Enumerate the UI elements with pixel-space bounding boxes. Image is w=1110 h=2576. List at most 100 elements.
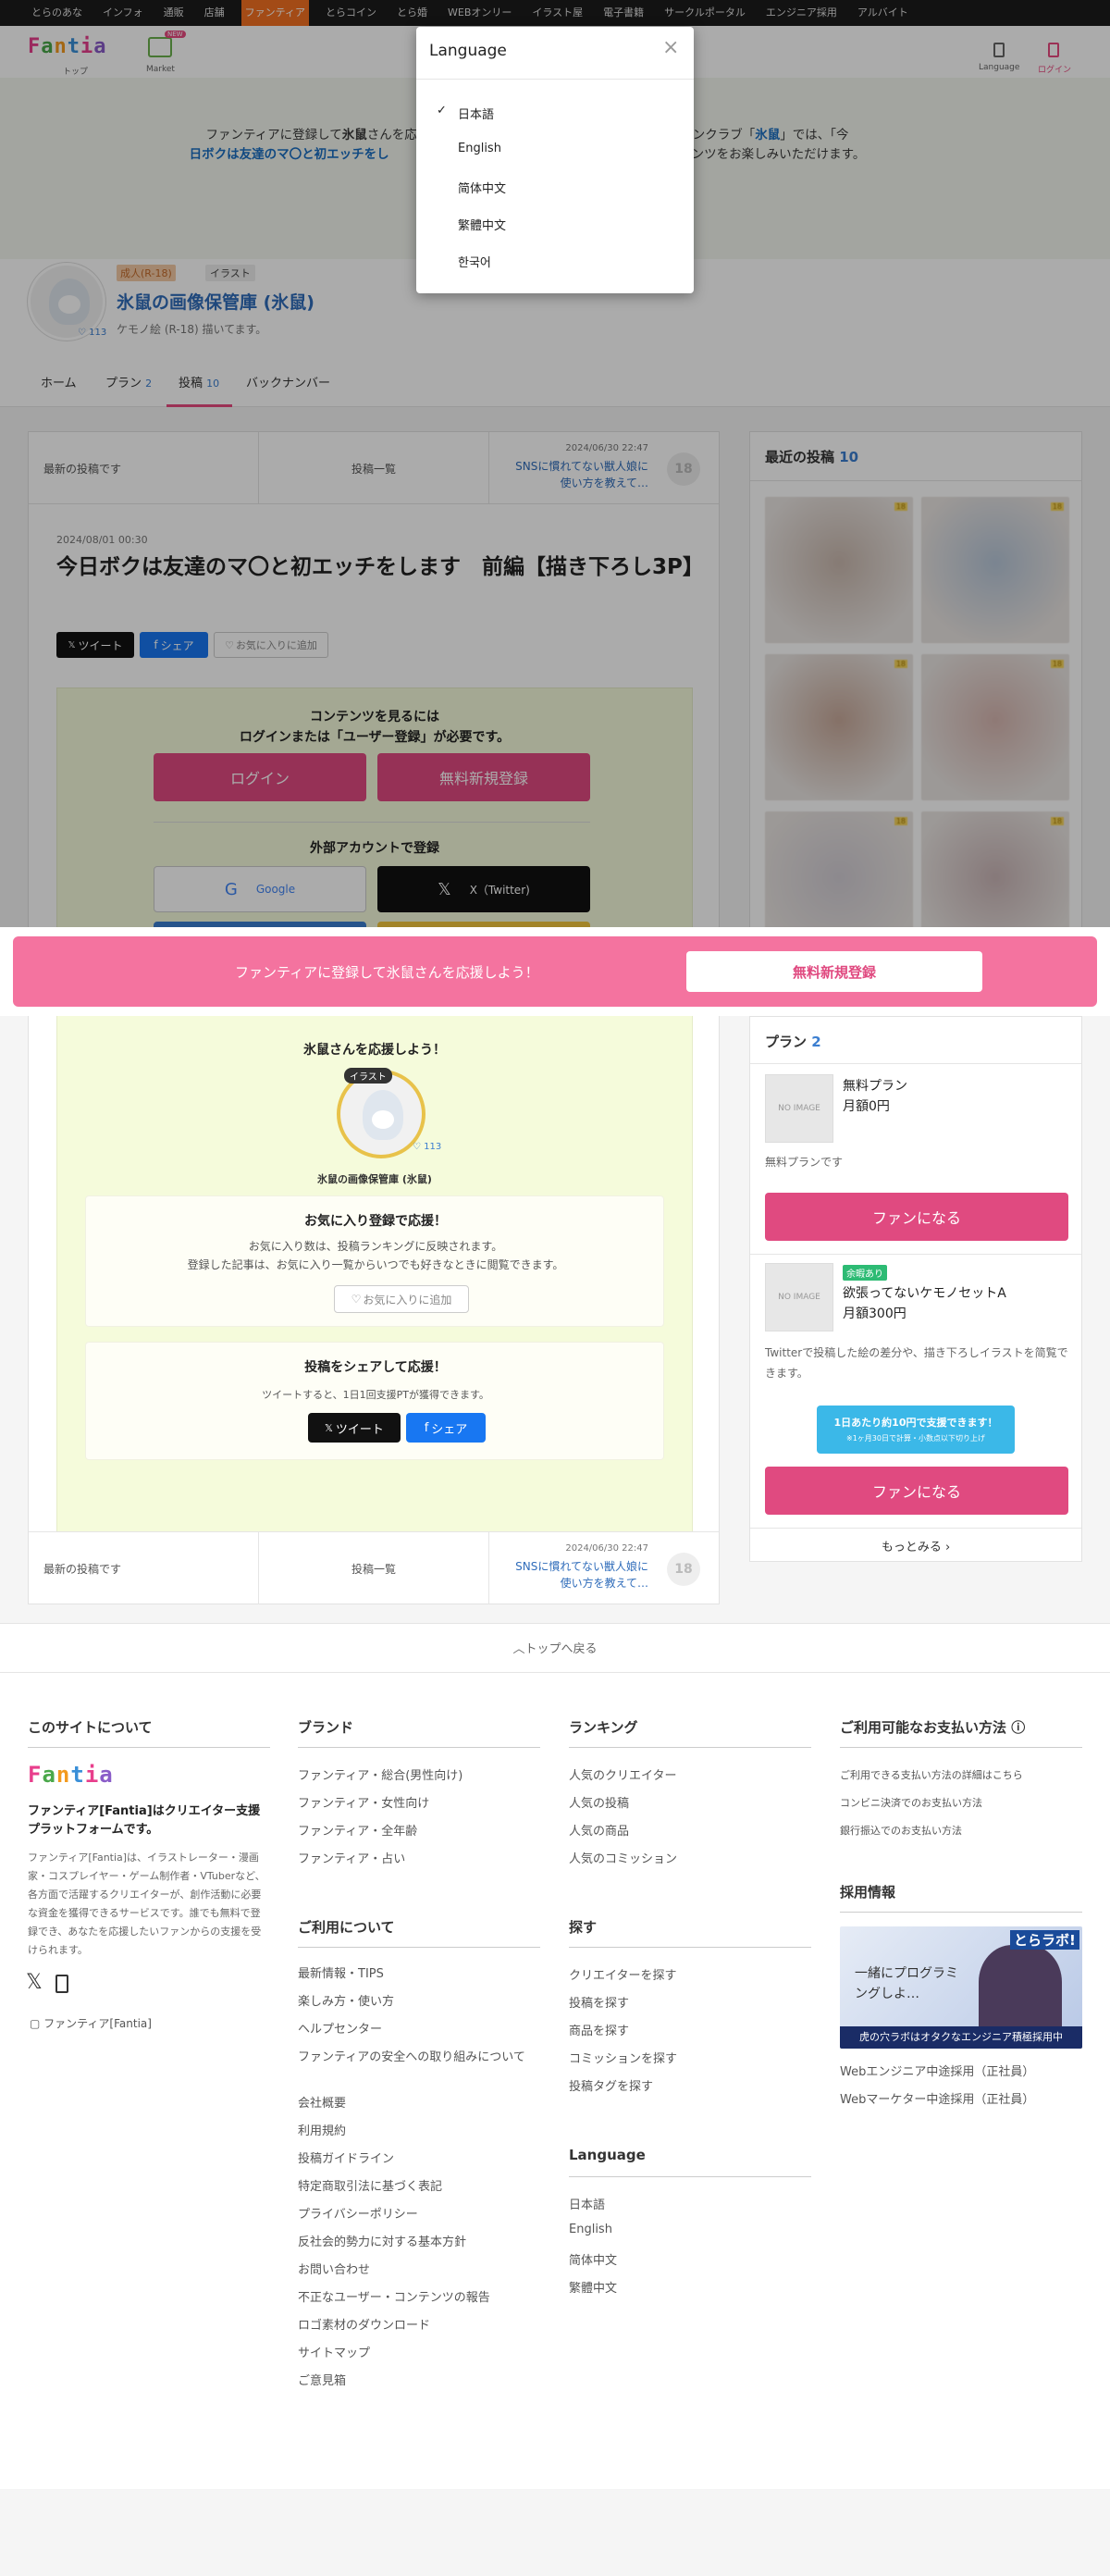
- footer-link[interactable]: コミッションを探す: [569, 2049, 811, 2066]
- footer-link[interactable]: ファンティア・全年齢: [298, 1821, 540, 1839]
- footer-link[interactable]: 会社概要: [298, 2095, 540, 2113]
- plan-badge: 余暇あり: [843, 1265, 887, 1281]
- support-fav-button[interactable]: ♡ お気に入りに追加: [334, 1285, 469, 1313]
- plan-image: NO IMAGE: [765, 1074, 833, 1143]
- footer-link[interactable]: 人気のコミッション: [569, 1849, 811, 1866]
- footer-link[interactable]: Webエンジニア中途採用（正社員）: [840, 2062, 1082, 2079]
- footer-link[interactable]: 人気のクリエイター: [569, 1765, 811, 1783]
- cta-bar: ファンティアに登録して氷鼠さんを応援しよう！ 無料新規登録: [13, 936, 1097, 1007]
- footer-ranking-title: ランキング: [569, 1719, 638, 1736]
- footer-link[interactable]: 不正なユーザー・コンテンツの報告: [298, 2289, 540, 2308]
- support-tag: イラスト: [344, 1068, 392, 1084]
- language-option[interactable]: English: [458, 142, 501, 155]
- post-nav-list-bottom[interactable]: 投稿一覧: [259, 1532, 489, 1604]
- post-nav-next-date-bottom: 2024/06/30 22:47: [565, 1543, 648, 1554]
- instagram-icon[interactable]: [56, 1975, 68, 1993]
- support-fav-label: お気に入りに追加: [363, 1293, 452, 1307]
- more-plans-label: もっとみる: [881, 1541, 942, 1554]
- language-option[interactable]: 简体中文: [458, 179, 506, 196]
- footer-tagline: ファンティア[Fantia]はクリエイター支援プラットフォームです。: [28, 1804, 261, 1837]
- divider: [28, 1747, 270, 1748]
- footer-link[interactable]: 最新情報・TIPS: [298, 1965, 540, 1984]
- footer-link[interactable]: 特定商取引法に基づく表記: [298, 2178, 540, 2197]
- divider: [840, 1747, 1082, 1748]
- divider: [569, 1947, 811, 1948]
- footer-link[interactable]: ヘルプセンター: [298, 2021, 540, 2039]
- plans-label: プラン: [765, 1034, 808, 1050]
- language-option[interactable]: 繁體中文: [458, 216, 506, 233]
- footer-jobs-title: 採用情報: [840, 1884, 896, 1901]
- x-icon[interactable]: 𝕏: [26, 1971, 43, 1994]
- share-desc: ツイートすると、1日1回支援PTが獲得できます。: [262, 1389, 489, 1401]
- footer-link[interactable]: クリエイターを探す: [569, 1965, 811, 1983]
- footer-link[interactable]: 投稿を探す: [569, 1993, 811, 2011]
- fav-desc-2: 登録した記事は、お気に入り一覧からいつでも好きなときに閲覧できます。: [187, 1258, 564, 1271]
- footer-link[interactable]: 銀行振込でのお支払い方法: [840, 1823, 962, 1838]
- close-icon[interactable]: ×: [662, 36, 679, 59]
- footer-link[interactable]: ご意見箱: [298, 2372, 540, 2391]
- footer-link[interactable]: English: [569, 2223, 811, 2236]
- cta-text: ファンティアに登録して氷鼠さんを応援しよう！: [235, 964, 539, 981]
- plans-count: 2: [811, 1034, 821, 1050]
- divider: [750, 1528, 1081, 1529]
- divider: [298, 1747, 540, 1748]
- divider: [569, 2176, 811, 2177]
- footer-link[interactable]: 日本語: [569, 2195, 811, 2212]
- back-to-top-link[interactable]: ︿トップへ戻る: [0, 1639, 1110, 1656]
- footer-link[interactable]: 楽しみ方・使い方: [298, 1993, 540, 2012]
- footer-link[interactable]: ロゴ素材のダウンロード: [298, 2317, 540, 2335]
- post-nav-next-bottom[interactable]: 2024/06/30 22:47 SNSに慣れてない獣人娘に使い方を教えて… 1…: [489, 1532, 719, 1604]
- divider: [298, 1947, 540, 1948]
- fan-button-paid[interactable]: ファンになる: [765, 1467, 1068, 1515]
- footer-link[interactable]: ファンティア・占い: [298, 1849, 540, 1866]
- language-modal-title: Language: [429, 42, 507, 60]
- footer-link[interactable]: プライバシーポリシー: [298, 2206, 540, 2224]
- footer-link[interactable]: Webマーケター中途採用（正社員）: [840, 2089, 1082, 2107]
- footer-link[interactable]: 利用規約: [298, 2123, 540, 2141]
- jobs-banner[interactable]: とらラボ! 一緒にプログラミングしよ… 虎の穴ラボはオタクなエンジニア積極採用中: [840, 1926, 1082, 2049]
- footer-link[interactable]: 简体中文: [569, 2250, 811, 2268]
- footer-link[interactable]: 人気の投稿: [569, 1793, 811, 1811]
- plan-name-free: 無料プラン: [843, 1079, 907, 1094]
- language-option[interactable]: 한국어: [458, 253, 491, 270]
- check-icon: ✓: [437, 104, 447, 118]
- price-bubble-line2: ※1ヶ月30日で計算・小数点以下切り上げ: [846, 1434, 985, 1443]
- footer-about-title: このサイトについて: [28, 1719, 153, 1736]
- divider: [750, 1063, 1081, 1064]
- more-plans-link[interactable]: もっとみる ›: [750, 1537, 1081, 1554]
- footer-link[interactable]: 投稿タグを探す: [569, 2076, 811, 2094]
- footer-app-link[interactable]: ▢ ファンティア[Fantia]: [30, 2015, 152, 2031]
- support-share-button[interactable]: f シェア: [406, 1413, 486, 1443]
- footer-link[interactable]: ファンティアの安全への取り組みについて: [298, 2049, 540, 2067]
- footer-link[interactable]: サイトマップ: [298, 2345, 540, 2363]
- fav-desc: お気に入り数は、投稿ランキングに反映されます。登録した記事は、お気に入り一覧から…: [86, 1237, 665, 1274]
- cta-register-button[interactable]: 無料新規登録: [686, 951, 982, 992]
- share-section: 投稿をシェアして応援！ ツイートすると、1日1回支援PTが獲得できます。 𝕏 ツイ…: [85, 1342, 664, 1460]
- footer-link[interactable]: 繁體中文: [569, 2278, 811, 2296]
- footer-link[interactable]: 反社会的勢力に対する基本方針: [298, 2234, 540, 2252]
- fan-button-free[interactable]: ファンになる: [765, 1193, 1068, 1241]
- plan-price-paid: 月額300円: [843, 1307, 906, 1321]
- support-avatar[interactable]: イラスト ♡ 113: [337, 1068, 441, 1181]
- support-likes-count: 113: [424, 1142, 442, 1152]
- footer-link[interactable]: 人気の商品: [569, 1821, 811, 1839]
- plan-name-paid: 欲張ってないケモノセットA: [843, 1286, 1006, 1301]
- footer-link[interactable]: 投稿ガイドライン: [298, 2150, 540, 2169]
- language-option[interactable]: 日本語: [458, 105, 494, 122]
- footer-link[interactable]: お問い合わせ: [298, 2261, 540, 2280]
- footer-link[interactable]: ファンティア・総合(男性向け): [298, 1765, 540, 1783]
- footer-link[interactable]: ファンティア・女性向け: [298, 1793, 540, 1811]
- footer-payment-title: ご利用可能なお支払い方法 ⓘ: [840, 1719, 1026, 1736]
- footer-link[interactable]: コンビニ決済でのお支払い方法: [840, 1795, 982, 1810]
- footer-link[interactable]: 商品を探す: [569, 2021, 811, 2038]
- support-likes: ♡ 113: [413, 1142, 442, 1152]
- footer-fantia-logo[interactable]: Fantia: [28, 1762, 114, 1788]
- support-tweet-button[interactable]: 𝕏 ツイート: [308, 1413, 401, 1443]
- fav-desc-1: お気に入り数は、投稿ランキングに反映されます。: [248, 1240, 503, 1253]
- banner-character: [979, 1945, 1062, 2037]
- support-tweet-label: ツイート: [335, 1422, 384, 1437]
- footer-payment-label: ご利用可能なお支払い方法: [840, 1719, 1007, 1736]
- divider: [416, 79, 694, 80]
- footer-link[interactable]: ご利用できる支払い方法の詳細はこちら: [840, 1767, 1023, 1782]
- site-footer: このサイトについて Fantia ファンティア[Fantia]はクリエイター支援…: [0, 1673, 1110, 2489]
